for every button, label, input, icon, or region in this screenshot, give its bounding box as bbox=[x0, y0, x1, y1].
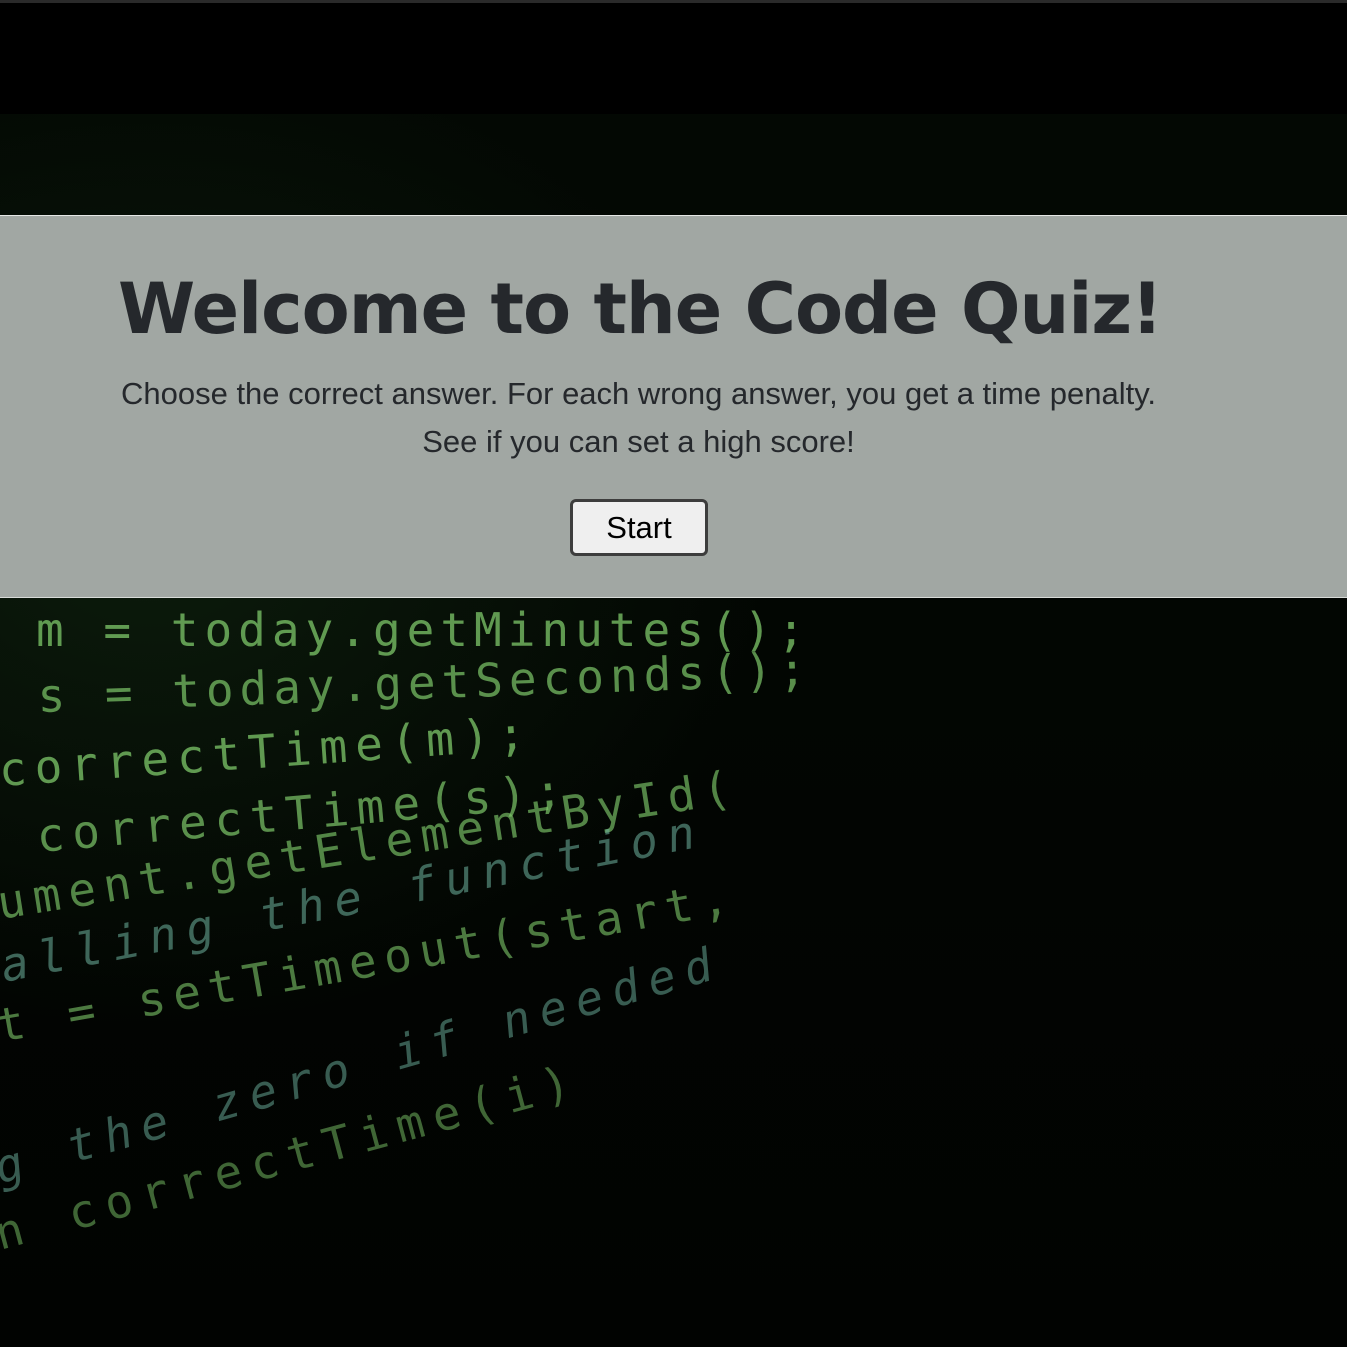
high-score-prompt: See if you can set a high score! bbox=[422, 424, 855, 459]
window-top-edge bbox=[0, 0, 1347, 3]
page-title: Welcome to the Code Quiz! bbox=[117, 268, 1163, 350]
instructions-text: Choose the correct answer. For each wron… bbox=[120, 376, 1157, 411]
start-button[interactable]: Start bbox=[570, 499, 708, 556]
welcome-jumbotron: Welcome to the Code Quiz! Choose the cor… bbox=[0, 215, 1347, 598]
